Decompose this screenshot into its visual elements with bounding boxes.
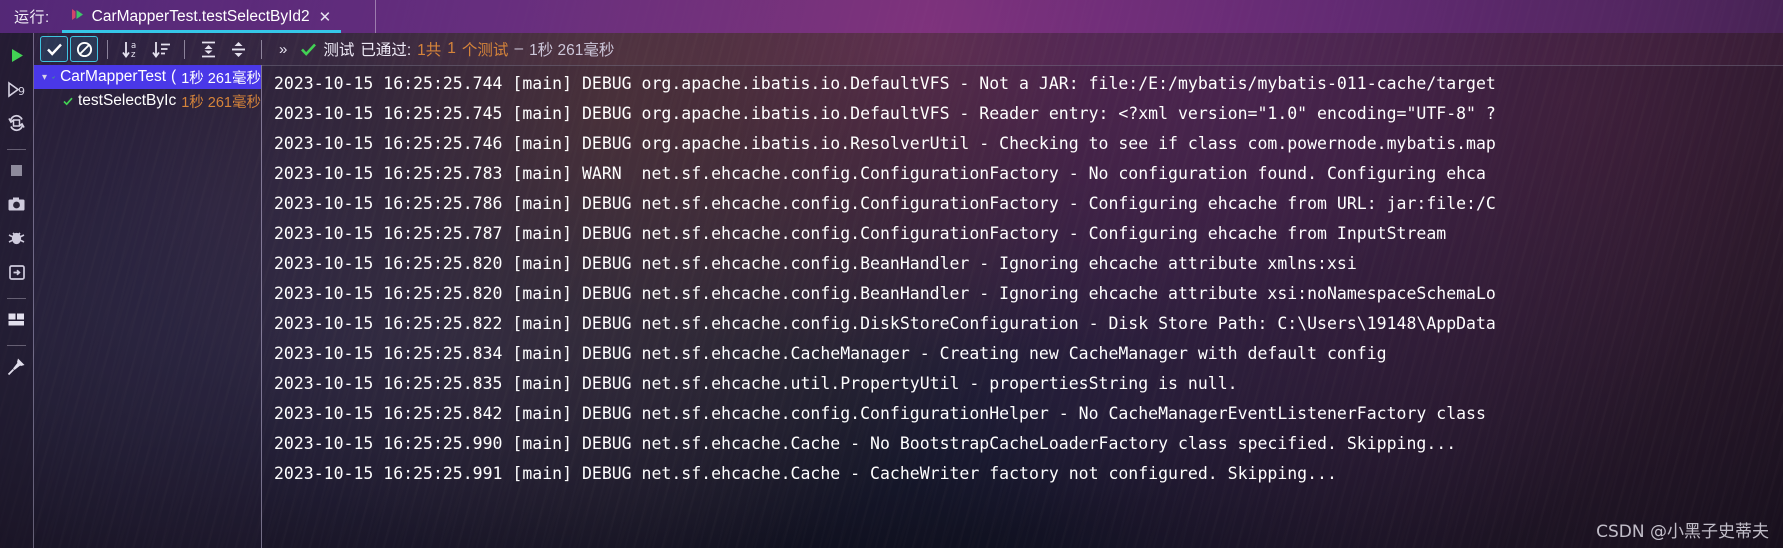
run-tool-window-header: 运行: CarMapperTest.testSelectById2 ✕: [0, 0, 1783, 33]
check-icon: [46, 43, 62, 56]
stop-button[interactable]: [2, 157, 32, 188]
test-duration: 1秒 261毫秒: [181, 70, 261, 87]
bug-icon: [7, 229, 26, 252]
log-line: 2023-10-15 16:25:25.744 [main] DEBUG org…: [274, 74, 1496, 93]
status-count: 1共: [417, 42, 442, 59]
expand-all-icon: [201, 41, 215, 57]
log-line: 2023-10-15 16:25:25.745 [main] DEBUG org…: [274, 104, 1496, 123]
export-test-results-button[interactable]: [2, 259, 32, 290]
status-dash: –: [514, 40, 524, 57]
pin-tab-button[interactable]: [2, 353, 32, 384]
camera-icon: [7, 196, 26, 217]
log-line: 2023-10-15 16:25:25.787 [main] DEBUG net…: [274, 224, 1447, 243]
log-line: 2023-10-15 16:25:25.990 [main] DEBUG net…: [274, 434, 1457, 453]
show-passed-toggle[interactable]: [40, 36, 68, 62]
status-label-tests: 测试: [323, 42, 355, 59]
toolbar-separator: [107, 39, 108, 59]
log-line: 2023-10-15 16:25:25.835 [main] DEBUG net…: [274, 374, 1238, 393]
run-tab-title: CarMapperTest.testSelectById2: [91, 7, 310, 25]
run-configuration-tab[interactable]: CarMapperTest.testSelectById2 ✕: [61, 0, 342, 33]
status-total-count: 1: [447, 40, 456, 57]
chevron-down-icon[interactable]: ▾: [42, 72, 47, 83]
toggle-auto-test-button[interactable]: [2, 110, 32, 141]
test-tree-row-class[interactable]: ▾ CarMapperTest ( 1秒 261毫秒: [34, 65, 261, 89]
log-line: 2023-10-15 16:25:25.783 [main] WARN net.…: [274, 164, 1486, 183]
run-tool-sidebar: 9: [0, 33, 33, 548]
console-output[interactable]: 2023-10-15 16:25:25.744 [main] DEBUG org…: [262, 65, 1783, 548]
sort-alpha-icon: a z: [121, 41, 136, 59]
run-tool-window-label: 运行:: [14, 9, 50, 26]
test-results-tree[interactable]: ▾ CarMapperTest ( 1秒 261毫秒 testSelectByI…: [34, 65, 261, 548]
test-method-name: testSelectByIc: [77, 92, 177, 109]
log-line: 2023-10-15 16:25:25.820 [main] DEBUG net…: [274, 284, 1496, 303]
pin-icon: [7, 357, 26, 381]
runbar-divider: [375, 0, 376, 33]
layout-icon: [7, 312, 26, 332]
toolbar-overflow-button[interactable]: »: [271, 41, 294, 58]
log-line: 2023-10-15 16:25:25.746 [main] DEBUG org…: [274, 134, 1496, 153]
svg-text:z: z: [131, 50, 136, 59]
show-ignored-toggle[interactable]: [70, 36, 98, 62]
sidebar-separator: [7, 298, 26, 299]
test-duration: 1秒 261毫秒: [181, 94, 261, 111]
sidebar-separator: [7, 345, 26, 346]
log-line: 2023-10-15 16:25:25.842 [main] DEBUG net…: [274, 404, 1486, 423]
test-duration-prefix: (: [171, 68, 177, 85]
export-icon: [8, 264, 26, 286]
log-line: 2023-10-15 16:25:25.822 [main] DEBUG net…: [274, 314, 1496, 333]
collapse-all-button[interactable]: [224, 36, 252, 62]
expand-all-button[interactable]: [194, 36, 222, 62]
status-label-passed: 已通过:: [360, 42, 412, 59]
play-icon: [9, 47, 25, 69]
sort-by-duration-button[interactable]: [147, 36, 175, 62]
test-status-summary: 测试 已通过: 1共 1 个测试 – 1秒 261毫秒: [300, 38, 614, 60]
auto-rerun-icon: [7, 114, 26, 137]
check-icon: [63, 97, 73, 105]
toolbar-separator: [184, 39, 185, 59]
check-icon: [52, 75, 55, 79]
collapse-all-icon: [231, 41, 245, 57]
sort-duration-icon: [151, 41, 170, 58]
check-icon: [301, 43, 317, 56]
rerun-failed-icon: 9: [7, 80, 26, 103]
log-line: 2023-10-15 16:25:25.834 [main] DEBUG net…: [274, 344, 1387, 363]
stop-square-icon: [9, 163, 24, 183]
sidebar-separator: [7, 149, 26, 150]
run-config-icon: [70, 7, 85, 27]
no-entry-icon: [76, 41, 92, 57]
test-class-name: CarMapperTest: [60, 68, 167, 85]
log-line: 2023-10-15 16:25:25.786 [main] DEBUG net…: [274, 194, 1496, 213]
test-tree-row-method[interactable]: testSelectByIc 1秒 261毫秒: [34, 89, 261, 113]
close-icon[interactable]: ✕: [317, 8, 332, 26]
screenshot-button[interactable]: [2, 191, 32, 222]
status-unit: 个测试: [461, 42, 509, 59]
debug-button[interactable]: [2, 225, 32, 256]
rerun-button[interactable]: [2, 42, 32, 73]
sort-alphabetically-button[interactable]: a z: [117, 36, 145, 62]
log-line: 2023-10-15 16:25:25.991 [main] DEBUG net…: [274, 464, 1337, 483]
svg-text:9: 9: [18, 85, 25, 98]
test-results-toolbar: a z » 测试 已通过: 1共 1 个测试 – 1秒 261毫秒: [34, 33, 1783, 65]
toolbar-separator: [261, 39, 262, 59]
log-line: 2023-10-15 16:25:25.820 [main] DEBUG net…: [274, 254, 1357, 273]
rerun-failed-button[interactable]: 9: [2, 76, 32, 107]
status-duration: 1秒 261毫秒: [529, 42, 615, 59]
layout-settings-button[interactable]: [2, 306, 32, 337]
